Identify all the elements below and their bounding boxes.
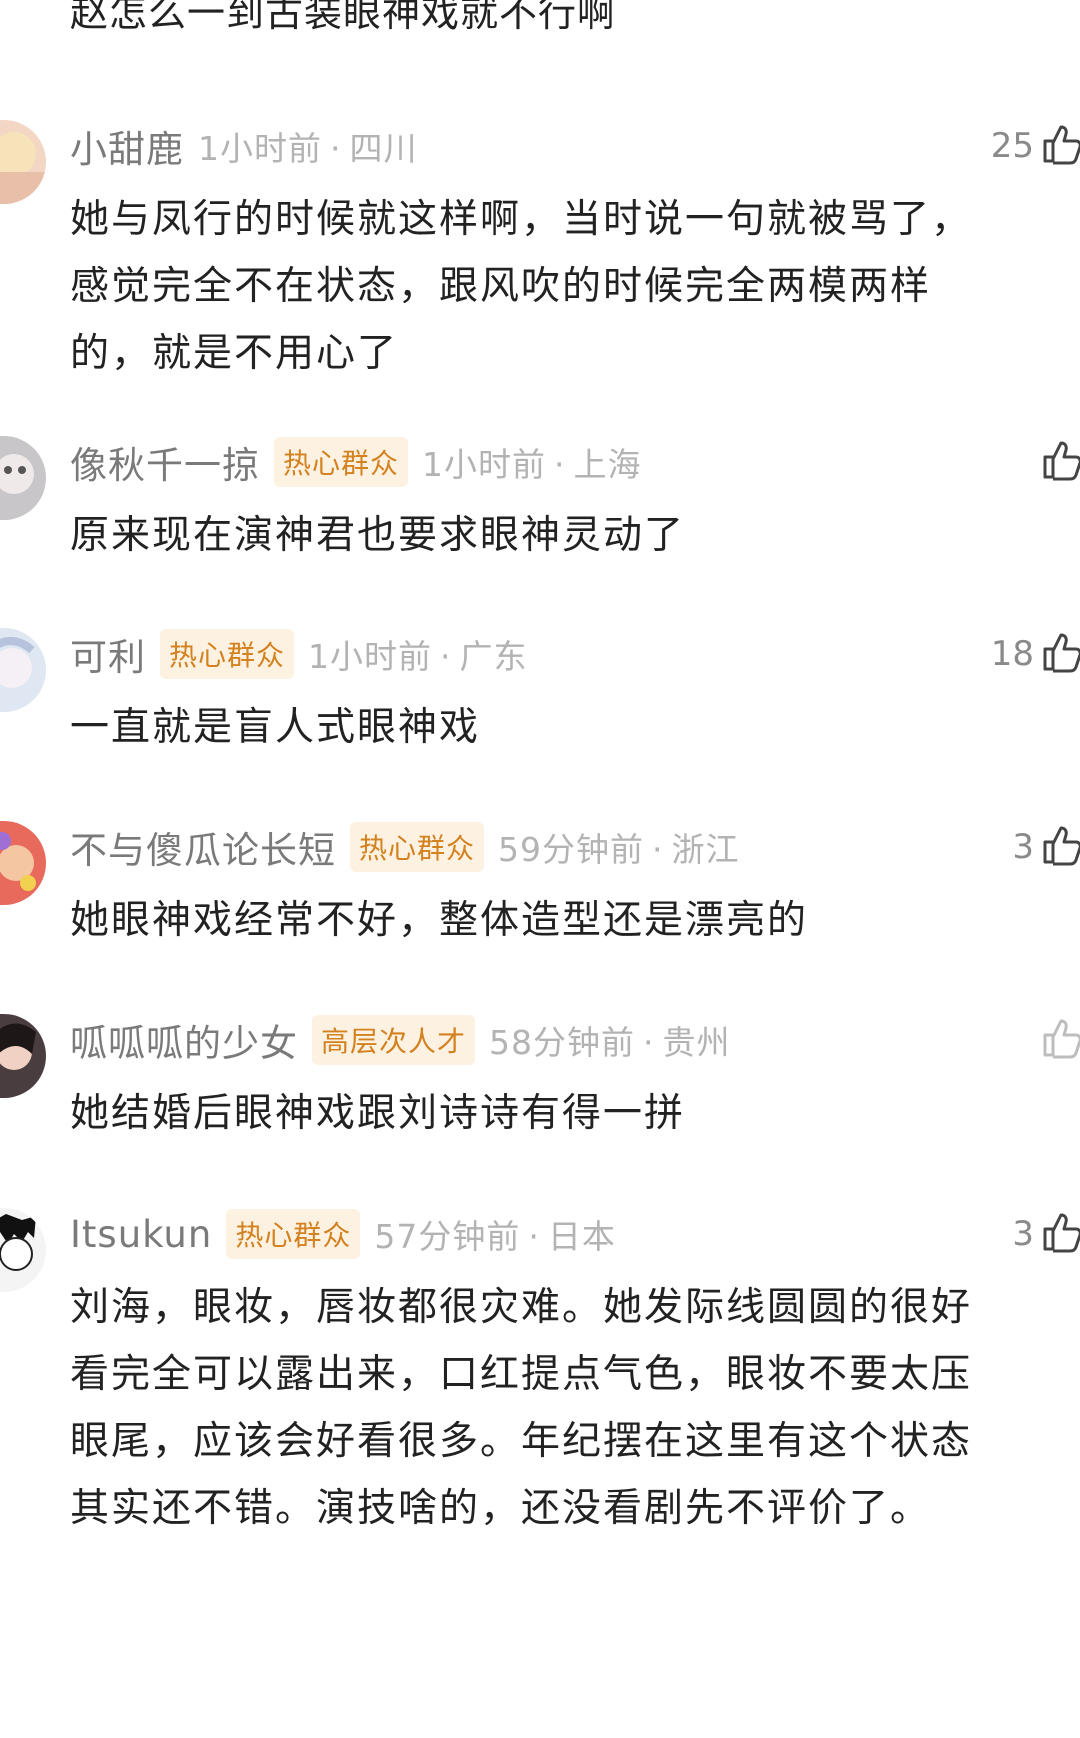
username[interactable]: 不与傻瓜论长短 [70,820,336,874]
user-badge: 热心群众 [226,1209,361,1259]
comment-time: 1小时前 · 广东 [308,637,528,676]
previous-comment-text: 赵怎么一到古装眼神戏就不行啊 [70,0,617,35]
comment-time: 59分钟前 · 浙江 [498,830,740,869]
comment-body: 一直就是盲人式眼神戏 [70,705,481,750]
user-badge: 热心群众 [274,437,409,487]
comment-meta: 不与傻瓜论长短 热心群众 59分钟前 · 浙江 [70,821,740,873]
comment-time: 1小时前 · 上海 [422,445,642,484]
comment-body: 原来现在演神君也要求眼神灵动了 [70,513,686,558]
like-button[interactable]: 18 [991,628,1080,680]
comment-meta: 呱呱呱的少女 高层次人才 58分钟前 · 贵州 [70,1014,731,1066]
username[interactable]: 像秋千一掠 [70,435,260,489]
user-badge: 高层次人才 [312,1015,476,1065]
like-count: 3 [1012,1214,1034,1254]
username[interactable]: Itsukun [70,1213,212,1256]
comment-body: 她眼神戏经常不好，整体造型还是漂亮的 [70,898,809,943]
thumbs-up-icon [1042,123,1080,169]
like-button[interactable]: 25 [991,120,1080,172]
like-count: 25 [990,126,1034,166]
comment-meta: 小甜鹿 1小时前 · 四川 [70,120,418,172]
comment-body: 她与凤行的时候就这样啊，当时说一句就被骂了， 感觉完全不在状态，跟风吹的时候完全… [70,197,973,376]
comment-body: 刘海，眼妆，唇妆都很灾难。她发际线圆圆的很好 看完全可以露出来，口红提点气色，眼… [70,1285,973,1531]
avatar[interactable] [0,436,46,520]
comment-time: 1小时前 · 四川 [198,129,418,168]
avatar[interactable] [0,120,46,204]
comment-time: 57分钟前 · 日本 [374,1217,616,1256]
comment-meta: 像秋千一掠 热心群众 1小时前 · 上海 [70,436,642,488]
like-button[interactable] [1034,1014,1080,1066]
like-button[interactable]: 3 [1012,1208,1080,1260]
thumbs-up-icon [1042,439,1080,485]
thumbs-up-icon [1042,1017,1080,1063]
comment-time: 58分钟前 · 贵州 [489,1023,731,1062]
like-count: 3 [1012,827,1034,867]
user-badge: 热心群众 [160,629,295,679]
like-button[interactable] [1034,436,1080,488]
comment-body: 她结婚后眼神戏跟刘诗诗有得一拼 [70,1091,686,1136]
comment-meta: 可利 热心群众 1小时前 · 广东 [70,628,528,680]
like-count: 18 [990,634,1034,674]
username[interactable]: 呱呱呱的少女 [70,1013,298,1067]
thumbs-up-icon [1042,631,1080,677]
username[interactable]: 可利 [70,627,146,681]
avatar[interactable] [0,1208,46,1292]
thumbs-up-icon [1042,824,1080,870]
avatar[interactable] [0,1014,46,1098]
comment-meta: Itsukun 热心群众 57分钟前 · 日本 [70,1208,616,1260]
like-button[interactable]: 3 [1012,821,1080,873]
user-badge: 热心群众 [350,822,485,872]
avatar[interactable] [0,628,46,712]
username[interactable]: 小甜鹿 [70,119,184,173]
thumbs-up-icon [1042,1211,1080,1257]
avatar[interactable] [0,821,46,905]
